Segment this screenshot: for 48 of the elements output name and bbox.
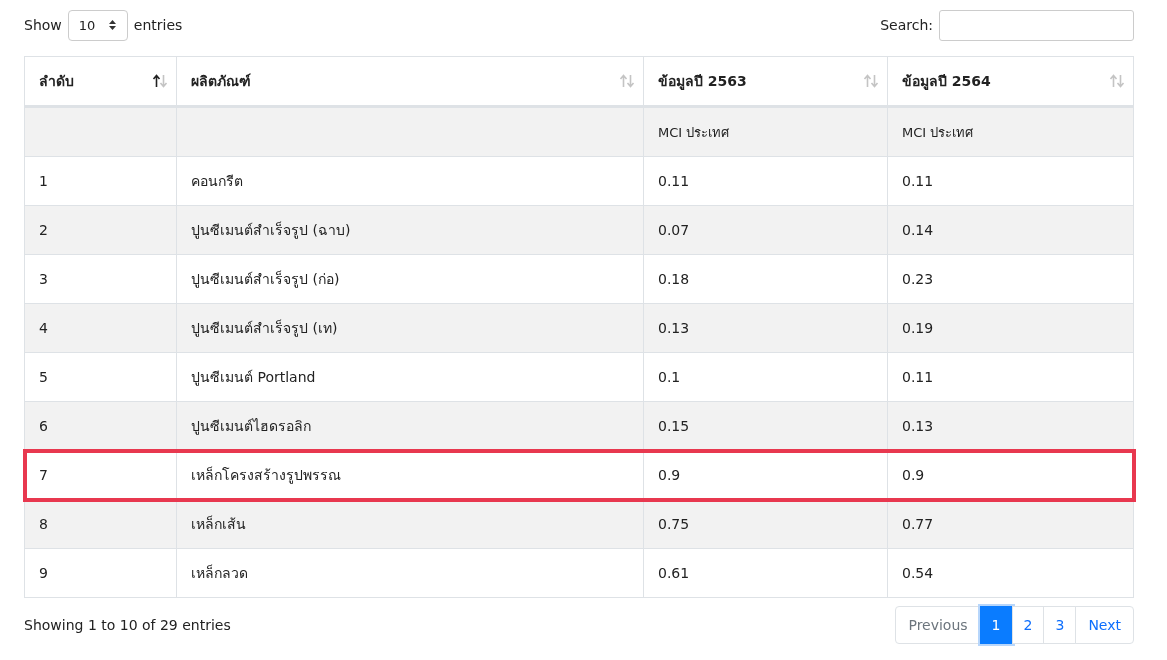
table-cell: 0.07: [658, 222, 690, 238]
table-cell: 0.19: [902, 320, 934, 336]
table-cell: 1: [39, 173, 48, 189]
page-button[interactable]: 1: [979, 606, 1013, 644]
table-cell: 8: [39, 516, 48, 532]
table-cell: 0.13: [902, 418, 934, 434]
table-cell: 0.75: [658, 516, 690, 532]
table-cell: เหล็กโครงสร้างรูปพรรณ: [191, 467, 341, 483]
table-cell: ปูนซีเมนต์สำเร็จรูป (ฉาบ): [191, 222, 351, 238]
table-cell: 0.61: [658, 565, 690, 581]
table-cell: 0.9: [658, 467, 681, 483]
table-cell: MCI ประเทศ: [902, 124, 974, 140]
table-cell: 0.11: [902, 173, 934, 189]
table-cell: 6: [39, 418, 48, 434]
table-cell: 3: [39, 271, 48, 287]
entries-label: entries: [133, 17, 183, 33]
table-cell: เหล็กลวด: [191, 565, 248, 581]
table-cell: 0.77: [902, 516, 934, 532]
next-button[interactable]: Next: [1075, 606, 1134, 644]
table-cell: 0.15: [658, 418, 690, 434]
table-cell: เหล็กเส้น: [191, 516, 246, 532]
search-field[interactable]: [939, 9, 1134, 41]
show-label: Show: [24, 17, 62, 33]
table-cell: 0.11: [658, 173, 690, 189]
table-cell: MCI ประเทศ: [658, 124, 730, 140]
table-cell: ปูนซีเมนต์ไฮดรอลิก: [191, 418, 311, 434]
table-cell: ปูนซีเมนต์ Portland: [191, 369, 316, 385]
table-cell: 4: [39, 320, 48, 336]
entries-info: Showing 1 to 10 of 29 entries: [24, 617, 231, 633]
table-cell: ปูนซีเมนต์สำเร็จรูป (ก่อ): [191, 271, 340, 287]
table-cell: 2: [39, 222, 48, 238]
table-cell: 0.9: [902, 467, 925, 483]
search-label: Search:: [880, 17, 933, 33]
page-button[interactable]: 3: [1043, 606, 1077, 644]
table-cell: 0.13: [658, 320, 690, 336]
table-cell: 0.54: [902, 565, 934, 581]
up-down-caret-icon: [107, 19, 117, 31]
table-cell: 9: [39, 565, 48, 581]
entries-select[interactable]: 10: [67, 9, 128, 41]
table-cell: 7: [39, 467, 48, 483]
table-cell: 5: [39, 369, 48, 385]
table-cell: 0.11: [902, 369, 934, 385]
table-cell: ปูนซีเมนต์สำเร็จรูป (เท): [191, 320, 338, 336]
table-cell: 0.18: [658, 271, 690, 287]
table-cell: คอนกรีต: [191, 173, 243, 189]
table-cell: 0.14: [902, 222, 934, 238]
table-cell: 0.23: [902, 271, 934, 287]
table-cell: 0.1: [658, 369, 681, 385]
